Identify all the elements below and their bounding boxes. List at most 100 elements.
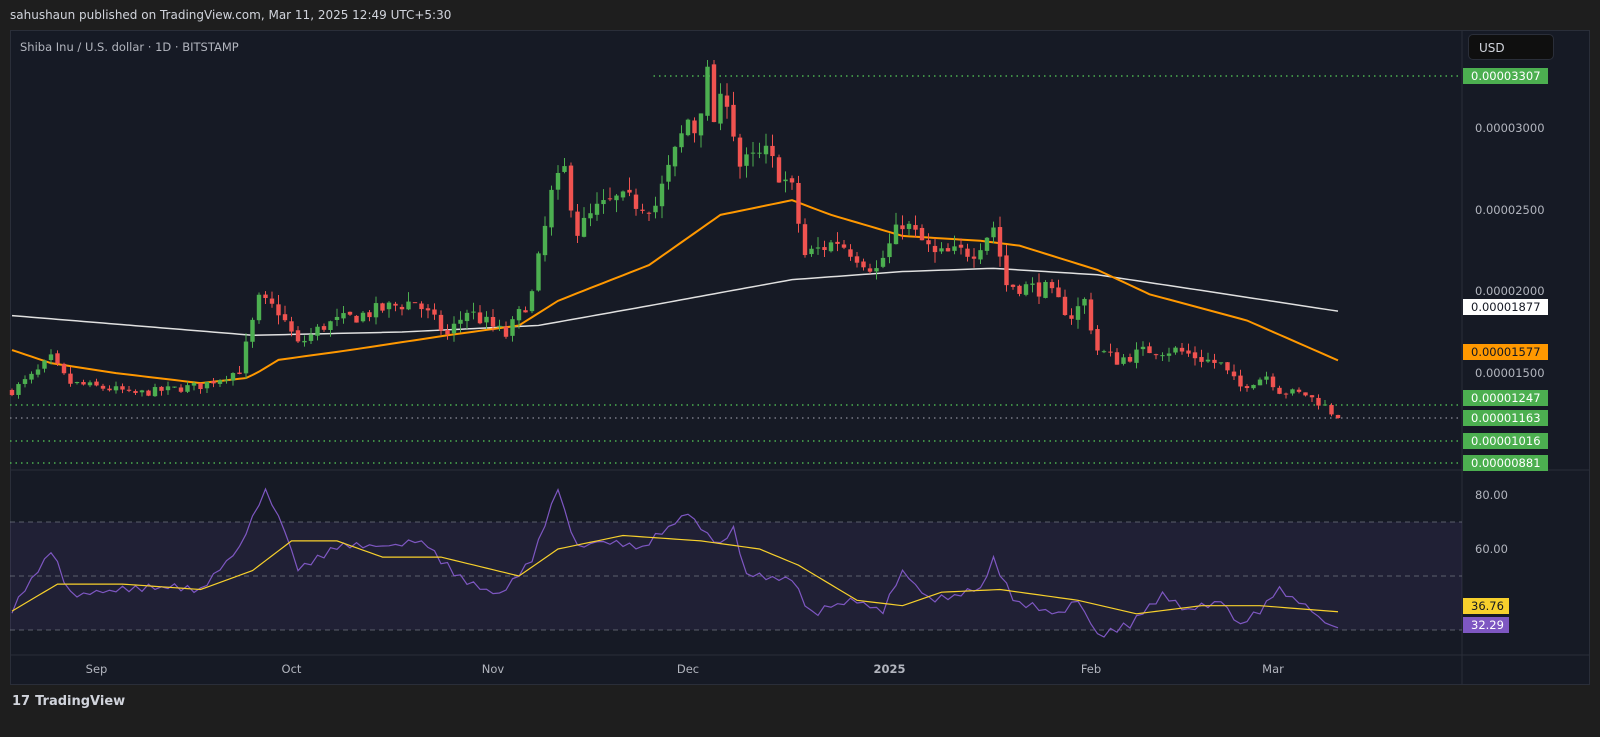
candle-body — [250, 319, 255, 342]
candle-body — [952, 246, 957, 251]
candle-body — [588, 213, 593, 219]
candle-body — [932, 245, 938, 253]
rsi-badge: 36.76 — [1463, 598, 1509, 614]
currency-button[interactable]: USD — [1468, 34, 1554, 60]
candle-body — [555, 172, 561, 190]
price-tick-label: 0.00002500 — [1475, 203, 1545, 217]
candle-body — [926, 240, 931, 245]
candle-body — [1335, 414, 1341, 418]
candle-body — [321, 326, 327, 330]
candle-body — [822, 247, 827, 250]
candle-body — [1043, 281, 1048, 298]
symbol-title[interactable]: Shiba Inu / U.S. dollar · 1D · BITSTAMP — [20, 40, 239, 54]
candle-body — [633, 194, 639, 209]
candle-body — [939, 248, 944, 252]
candle-body — [1205, 359, 1211, 362]
candle-body — [594, 203, 600, 215]
candle-body — [1114, 352, 1120, 365]
price-tick-label: 0.00001500 — [1475, 366, 1545, 380]
candle-body — [146, 390, 151, 396]
candle-body — [107, 388, 112, 391]
candle-body — [1264, 376, 1269, 380]
candle-body — [666, 164, 671, 182]
time-axis-label: Feb — [1080, 662, 1102, 676]
candle-body — [425, 308, 431, 311]
candle-body — [1049, 282, 1055, 289]
candle-body — [1023, 284, 1029, 295]
candle-body — [510, 319, 515, 336]
candle-body — [568, 165, 574, 211]
candle-body — [419, 303, 424, 310]
candle-body — [893, 224, 899, 245]
candle-body — [718, 93, 723, 124]
candle-body — [1134, 349, 1139, 363]
candle-body — [432, 309, 437, 315]
candle-body — [178, 387, 184, 392]
candle-body — [81, 382, 86, 385]
candle-body — [503, 326, 509, 337]
candle-body — [997, 227, 1003, 257]
candle-body — [282, 314, 288, 321]
time-axis-label: Oct — [281, 662, 302, 676]
candle-body — [627, 189, 632, 193]
candle-body — [1062, 296, 1068, 316]
candle-body — [809, 248, 814, 255]
candle-body — [211, 381, 216, 384]
candle-body — [464, 312, 470, 322]
candle-body — [133, 391, 138, 393]
price-badge: 0.00001163 — [1463, 410, 1548, 426]
candle-body — [1218, 362, 1224, 364]
candle-body — [1166, 353, 1172, 356]
time-axis-label: Mar — [1262, 662, 1284, 676]
price-badge: 0.00001877 — [1463, 299, 1548, 315]
candle-body — [653, 205, 658, 213]
candle-body — [87, 382, 93, 386]
candle-body — [16, 384, 21, 395]
candle-body — [347, 311, 353, 315]
candle-body — [1231, 371, 1237, 377]
time-axis-label: 2025 — [873, 662, 906, 676]
candle-body — [367, 312, 372, 318]
candle-body — [269, 298, 275, 304]
candle-body — [1153, 354, 1159, 356]
candle-body — [828, 242, 834, 252]
time-axis-label: Sep — [85, 662, 108, 676]
ma50-line — [11, 199, 1339, 385]
candle-body — [867, 268, 873, 272]
candle-body — [315, 326, 320, 336]
candle-body — [536, 253, 541, 291]
candle-body — [74, 382, 80, 384]
candle-body — [302, 340, 307, 343]
candle-body — [1173, 347, 1178, 353]
candle-body — [880, 257, 886, 267]
candle-body — [373, 303, 379, 318]
candle-body — [1251, 384, 1256, 389]
chart-canvas[interactable] — [0, 0, 1600, 737]
candle-body — [991, 227, 996, 238]
candle-body — [711, 64, 717, 123]
candle-body — [659, 183, 665, 207]
candle-body — [22, 379, 28, 384]
price-tick-label: 0.00003000 — [1475, 121, 1545, 135]
price-badge: 0.00000881 — [1463, 455, 1548, 471]
candle-body — [874, 268, 879, 272]
candle-body — [9, 389, 15, 396]
time-axis-label: Dec — [676, 662, 700, 676]
candle-body — [978, 250, 983, 260]
candle-body — [1179, 347, 1185, 352]
tradingview-logo[interactable]: 17 TradingView — [12, 694, 125, 709]
candle-body — [731, 104, 736, 137]
candle-body — [341, 313, 346, 319]
candle-body — [256, 294, 262, 321]
candle-body — [1069, 315, 1074, 319]
candle-body — [1140, 346, 1146, 350]
candle-body — [1017, 285, 1022, 294]
candle-body — [477, 312, 483, 324]
candle-body — [646, 212, 652, 214]
candle-body — [1238, 375, 1243, 387]
candle-body — [692, 120, 697, 134]
candle-body — [237, 372, 242, 375]
candle-body — [640, 209, 645, 211]
candle-body — [562, 166, 567, 172]
candle-body — [68, 373, 73, 384]
